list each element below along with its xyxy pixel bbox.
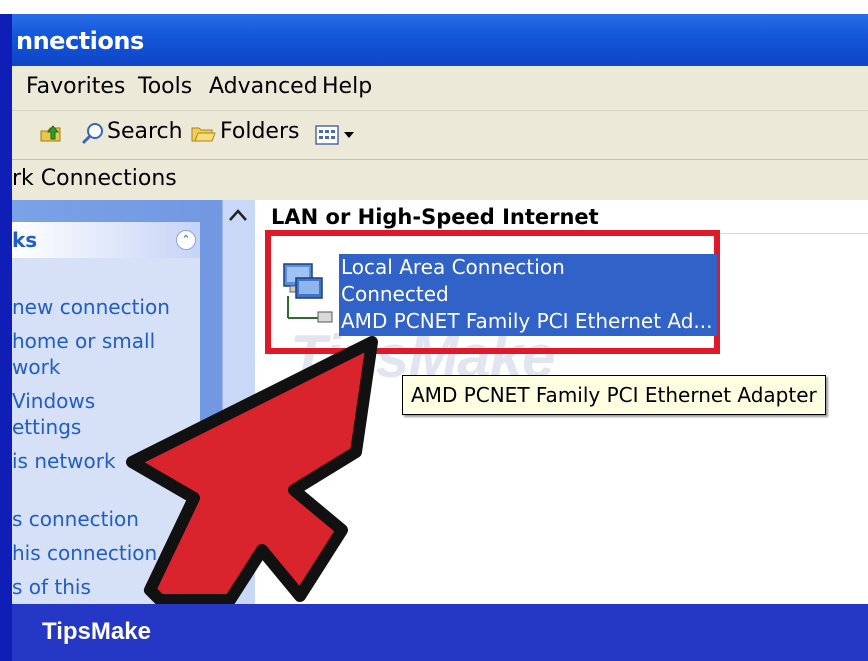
search-icon [80, 121, 106, 152]
views-icon [315, 125, 354, 145]
views-button[interactable] [314, 123, 362, 152]
folders-icon [190, 121, 216, 152]
menu-help[interactable]: Help [322, 74, 372, 99]
task-link-disable-connection[interactable]: s connection [12, 506, 139, 532]
menu-bar: Favorites Tools Advanced Help [12, 66, 868, 111]
task-link-firewall-cont[interactable]: ettings [12, 414, 81, 440]
menu-tools[interactable]: Tools [138, 74, 192, 99]
connection-name: Local Area Connection [341, 255, 565, 279]
connection-label-selected: Local Area Connection Connected AMD PCNE… [339, 254, 717, 336]
address-bar[interactable]: rk Connections [12, 160, 868, 201]
address-text: rk Connections [12, 166, 177, 191]
connections-list: LAN or High-Speed Internet TipsMake Loca… [255, 200, 868, 604]
adapter-tooltip: AMD PCNET Family PCI Ethernet Adapter [402, 375, 826, 415]
menu-advanced[interactable]: Advanced [209, 74, 318, 99]
collapse-chevron-icon[interactable]: ⌃ [176, 230, 196, 250]
folders-label: Folders [220, 119, 300, 144]
menu-favorites[interactable]: Favorites [26, 74, 125, 99]
left-edge-strip [0, 14, 12, 661]
search-button[interactable]: Search [80, 111, 184, 159]
task-link-repair-connection[interactable]: his connection [12, 540, 157, 566]
connection-status: Connected [341, 282, 449, 306]
task-pane: ks ⌃ new connection home or small work V… [12, 200, 254, 604]
scroll-up-arrow-icon[interactable] [228, 206, 248, 227]
task-link-windows-firewall[interactable]: Vindows [12, 388, 95, 414]
group-header: LAN or High-Speed Internet [271, 205, 599, 229]
up-folder-icon[interactable] [38, 121, 64, 152]
toolbar: Search Folders [12, 111, 868, 160]
screenshot-frame: nnections Favorites Tools Advanced Help [0, 0, 868, 661]
network-tasks-box: ks ⌃ new connection home or small work V… [12, 222, 200, 604]
connection-adapter: AMD PCNET Family PCI Ethernet Ad... [341, 309, 713, 333]
task-header-title: ks [12, 228, 38, 252]
title-bar[interactable]: nnections [12, 14, 868, 66]
search-label: Search [107, 119, 183, 144]
window-title: nnections [16, 27, 144, 55]
task-link-home-network-cont[interactable]: work [12, 354, 60, 380]
task-link-home-network[interactable]: home or small [12, 328, 155, 354]
folders-button[interactable]: Folders [190, 111, 300, 159]
network-connections-window: nnections Favorites Tools Advanced Help [12, 14, 868, 604]
local-area-connection-item[interactable]: Local Area Connection Connected AMD PCNE… [265, 230, 720, 354]
footer-brand: TipsMake [42, 618, 151, 645]
task-link-this-network[interactable]: is network [12, 448, 116, 474]
pane-splitter[interactable] [222, 200, 256, 604]
network-tasks-header[interactable]: ks ⌃ [12, 222, 200, 258]
task-link-new-connection[interactable]: new connection [12, 294, 170, 320]
network-connection-icon [278, 256, 338, 328]
brand-footer: TipsMake [12, 604, 868, 661]
task-link-view-status[interactable]: s of this [12, 574, 91, 600]
